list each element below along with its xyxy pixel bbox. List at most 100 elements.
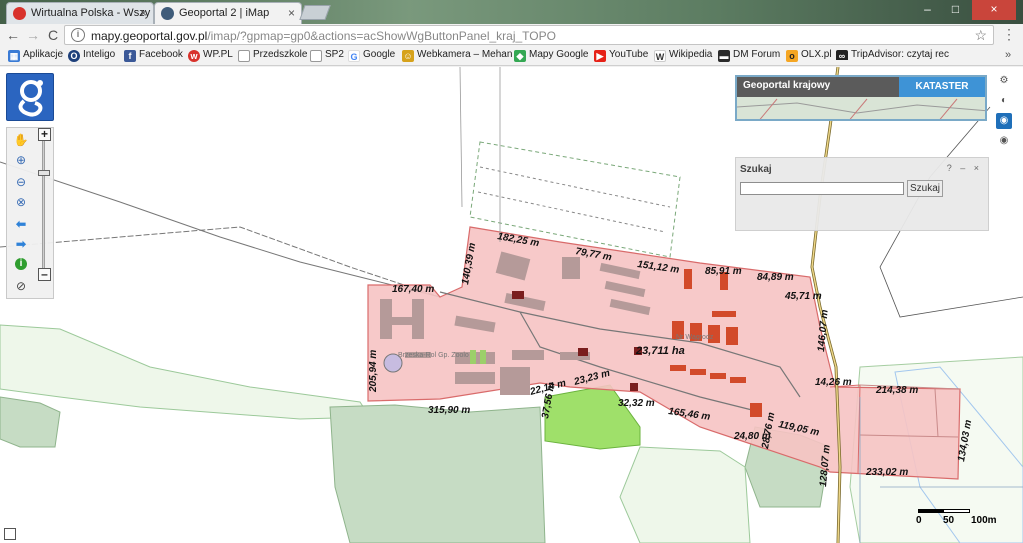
dimension-label: 214,38 m xyxy=(875,385,918,396)
bookmark-facebook[interactable]: f Facebook xyxy=(124,49,183,62)
bookmark-label: Google xyxy=(363,49,396,60)
search-panel-controls[interactable]: ? – × xyxy=(947,163,982,173)
building xyxy=(380,317,424,325)
maximize-button[interactable]: □ xyxy=(942,0,969,20)
bookmark-przedszkole[interactable]: Przedszkole xyxy=(238,49,307,62)
building xyxy=(455,372,495,384)
youtube-icon: ▶ xyxy=(594,50,606,62)
dimension-label: 45,71 m xyxy=(784,291,822,302)
zoom-extent-icon[interactable]: ⊗ xyxy=(13,194,29,210)
map-layer[interactable]: 182,25 m 79,77 m 151,12 m 85,91 m 84,89 … xyxy=(0,67,1023,543)
new-tab-button[interactable] xyxy=(299,5,331,20)
bookmark-aplikacje[interactable]: ▦ Aplikacje xyxy=(8,49,64,62)
page-icon xyxy=(310,50,322,62)
maps-icon: ◆ xyxy=(514,50,526,62)
measure-icon[interactable]: ⊘ xyxy=(13,278,29,294)
apps-grid-icon: ▦ xyxy=(8,50,20,62)
close-window-button[interactable]: × xyxy=(972,0,1016,20)
bookmark-label: Wikipedia xyxy=(669,49,713,60)
url-path: /imap/?gpmap=gp0&actions=acShowWgButtonP… xyxy=(207,29,556,43)
dimension-label: 146,07 m xyxy=(816,309,831,352)
eye-icon[interactable]: ◉ xyxy=(996,133,1012,149)
bookmark-label: YouTube xyxy=(609,49,649,60)
bookmark-dm-forum[interactable]: ▬ DM Forum xyxy=(718,49,780,62)
google-icon: G xyxy=(348,50,360,62)
wikipedia-icon: W xyxy=(654,50,666,62)
info-icon[interactable]: i xyxy=(71,28,85,42)
minimize-button[interactable]: – xyxy=(914,0,941,20)
previous-view-icon[interactable]: ⬅ xyxy=(13,216,29,232)
zoom-in-icon[interactable]: ⊕ xyxy=(13,152,29,168)
tab-geoportal[interactable]: Geoportal 2 | iMap × xyxy=(154,2,302,24)
bookmark-mapy-google[interactable]: ◆ Mapy Google xyxy=(514,49,588,62)
red-building xyxy=(750,403,762,417)
search-input[interactable] xyxy=(740,182,904,195)
tab-wirtualna-polska[interactable]: Wirtualna Polska - Wszy × xyxy=(6,2,154,24)
address-bar[interactable]: i mapy.geoportal.gov.pl/imap/?gpmap=gp0&… xyxy=(64,25,994,45)
bookmark-youtube[interactable]: ▶ YouTube xyxy=(594,49,649,62)
bookmark-label: Inteligo xyxy=(83,49,116,60)
bookmark-star-icon[interactable]: ☆ xyxy=(974,27,987,44)
reload-button[interactable]: C xyxy=(44,26,62,44)
corner-resize-icon[interactable] xyxy=(4,528,16,540)
pan-hand-icon[interactable]: ✋ xyxy=(13,132,29,148)
red-building xyxy=(730,377,746,383)
visibility-icon[interactable]: ◉ xyxy=(996,113,1012,129)
bookmark-label: Aplikacje xyxy=(23,49,64,60)
page-icon xyxy=(238,50,250,62)
red-building xyxy=(578,348,588,356)
building xyxy=(500,367,530,395)
browser-menu-icon[interactable]: ⋮ xyxy=(1002,26,1016,43)
olx-icon: o xyxy=(786,50,798,62)
bookmark-sp2[interactable]: SP2 xyxy=(310,49,344,62)
bookmark-wp[interactable]: w WP.PL xyxy=(188,49,233,62)
red-building xyxy=(684,269,692,289)
geoportal-g-icon xyxy=(18,80,43,117)
bookmark-olx[interactable]: o OLX.pl xyxy=(786,49,832,62)
place-label: Nr Wągrodz xyxy=(676,334,714,341)
close-icon[interactable]: × xyxy=(288,6,295,20)
dimension-label: 315,90 m xyxy=(428,405,470,416)
forest-area xyxy=(0,396,61,448)
area-label: 23,711 ha xyxy=(635,345,685,357)
zoom-slider-thumb[interactable] xyxy=(38,169,50,176)
geoportal-logo[interactable] xyxy=(6,73,54,121)
back-button[interactable]: ← xyxy=(4,26,22,44)
tab-title: Geoportal 2 | iMap xyxy=(179,7,270,19)
zoom-plus-button[interactable]: + xyxy=(38,128,51,141)
forward-button[interactable]: → xyxy=(24,26,42,44)
facebook-icon: f xyxy=(124,50,136,62)
dimension-label: 84,89 m xyxy=(757,272,794,283)
url-text[interactable]: mapy.geoportal.gov.pl/imap/?gpmap=gp0&ac… xyxy=(91,29,556,43)
bookmark-webkamera[interactable]: ☺ Webkamera – Mehan xyxy=(402,49,512,62)
red-building xyxy=(726,327,738,345)
next-view-icon[interactable]: ➡ xyxy=(13,236,29,252)
basemap-switcher[interactable]: Geoportal krajowy KATASTER xyxy=(735,75,987,121)
bookmark-inteligo[interactable]: O Inteligo xyxy=(68,49,116,62)
bookmark-wikipedia[interactable]: W Wikipedia xyxy=(654,49,713,62)
layers-icon[interactable]: ◐ xyxy=(996,93,1012,109)
info-icon[interactable]: i xyxy=(15,258,27,270)
bookmarks-overflow-button[interactable]: » xyxy=(1005,49,1011,61)
close-icon[interactable]: × xyxy=(140,6,147,20)
search-button[interactable]: Szukaj xyxy=(907,180,943,197)
zoom-minus-button[interactable]: – xyxy=(38,268,51,281)
dimension-label: 32,32 m xyxy=(618,398,655,409)
bookmark-tripadvisor[interactable]: ∞ TripAdvisor: czytaj rec xyxy=(836,49,1001,60)
bookmark-google[interactable]: G Google xyxy=(348,49,396,62)
map-canvas[interactable]: 182,25 m 79,77 m 151,12 m 85,91 m 84,89 … xyxy=(0,67,1023,543)
geoportal-favicon-icon xyxy=(161,7,174,20)
wp-icon: w xyxy=(188,50,200,62)
kataster-label[interactable]: KATASTER xyxy=(899,77,985,97)
zoom-out-icon[interactable]: ⊖ xyxy=(13,174,29,190)
forest-area xyxy=(329,404,546,543)
dimension-label: 205,94 m xyxy=(368,350,379,393)
red-building xyxy=(712,311,736,317)
building xyxy=(562,257,580,279)
dimension-label: 167,40 m xyxy=(392,284,434,295)
basemap-label[interactable]: Geoportal krajowy xyxy=(743,80,830,91)
zoom-slider-track[interactable] xyxy=(42,140,45,272)
meadow-area xyxy=(0,324,371,420)
settings-icon[interactable]: ⚙ xyxy=(996,73,1012,89)
dimension-label: 128,07 m xyxy=(818,444,833,487)
